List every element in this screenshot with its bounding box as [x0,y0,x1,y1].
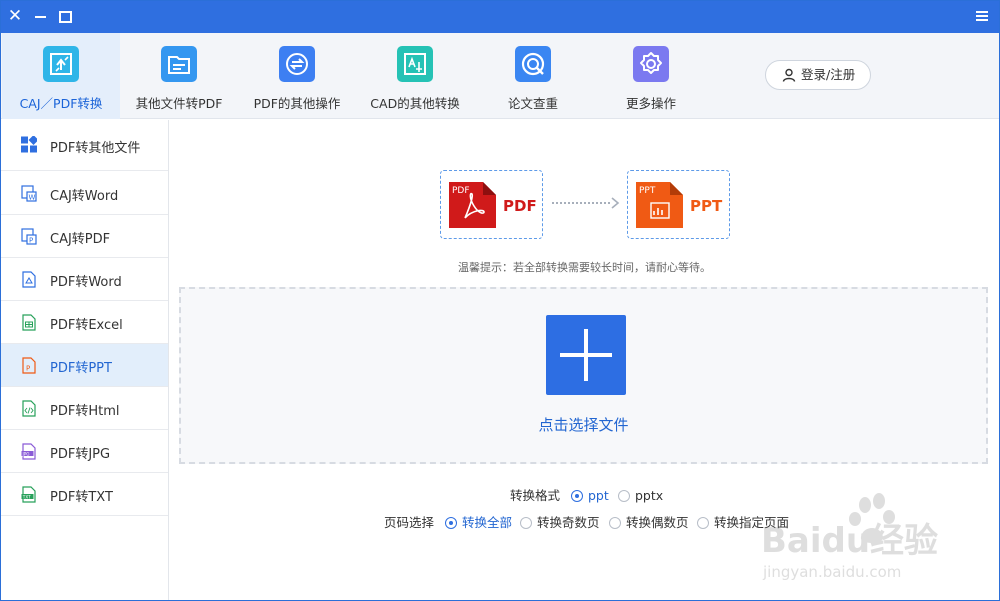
sidebar-item-label: PDF转Excel [50,318,123,333]
grid-icon [21,136,37,153]
tab-cad-convert[interactable]: CAD的其他转换 [356,33,474,119]
option-even-pages[interactable]: 转换偶数页 [626,514,689,532]
tab-label: CAJ／PDF转换 [19,96,103,111]
gear-icon [633,46,669,82]
tab-label: PDF的其他操作 [253,96,341,111]
pdf-file-icon [22,271,36,288]
radio-odd-pages[interactable] [520,517,532,529]
radio-ppt[interactable] [571,490,583,502]
sidebar-item-pdf-jpg[interactable]: JPG PDF转JPG [1,430,168,473]
tab-other-to-pdf[interactable]: 其他文件转PDF [120,33,238,119]
radio-even-pages[interactable] [609,517,621,529]
svg-text:P: P [29,237,33,245]
menu-icon[interactable] [971,5,993,27]
tab-paper-check[interactable]: 论文查重 [474,33,592,119]
source-format-card: PDF PDF [440,170,543,239]
option-pptx[interactable]: pptx [635,487,663,505]
user-icon [782,68,796,82]
txt-file-icon: TXT [21,486,36,503]
svg-text:JPG: JPG [22,451,30,456]
sidebar-item-label: PDF转Html [50,404,120,419]
ppt-badge: PPT [639,186,656,196]
sidebar-item-pdf-txt[interactable]: TXT PDF转TXT [1,473,168,516]
radio-specified-pages[interactable] [697,517,709,529]
tab-pdf-other-ops[interactable]: PDF的其他操作 [238,33,356,119]
arrow-right-icon [552,197,620,209]
sidebar-item-pdf-excel[interactable]: PDF转Excel [1,301,168,344]
radio-all-pages[interactable] [445,517,457,529]
title-bar: ✕ [1,1,999,33]
tab-label: 其他文件转PDF [135,96,223,111]
sidebar-item-pdf-html[interactable]: PDF转Html [1,387,168,430]
sidebar-item-caj-word[interactable]: W CAJ转Word [1,172,168,215]
tab-label: 论文查重 [507,96,558,111]
jpg-file-icon: JPG [21,443,36,460]
source-format-label: PDF [503,197,537,215]
sidebar-item-label: PDF转其他文件 [50,141,141,156]
tab-caj-pdf-convert[interactable]: CAJ／PDF转换 [2,33,120,119]
caj-word-icon: W [21,185,37,202]
pdf-file-icon: PDF [449,182,496,228]
target-format-card: PPT PPT [627,170,730,239]
option-specified-pages[interactable]: 转换指定页面 [714,514,789,532]
app-window: ✕ CAJ／PDF转换 其他文件转PDF PDF的其他操作 CAD的其他转换 论… [0,0,1000,601]
main-toolbar: CAJ／PDF转换 其他文件转PDF PDF的其他操作 CAD的其他转换 论文查… [1,33,999,119]
search-check-icon [515,46,551,82]
sidebar-item-pdf-ppt[interactable]: P PDF转PPT [1,344,168,387]
exchange-icon [279,46,315,82]
pdf-badge: PDF [452,186,470,196]
sidebar-item-label: CAJ转PDF [50,232,111,247]
sidebar-item-label: PDF转TXT [50,490,113,505]
target-format-label: PPT [690,197,723,215]
format-label: 转换格式 [510,488,561,503]
hint-text: 温馨提示：若全部转换需要较长时间，请耐心等待。 [458,261,711,274]
sidebar-item-pdf-word[interactable]: PDF转Word [1,258,168,301]
sidebar-item-label: PDF转Word [50,275,122,290]
page-option-row: 页码选择 转换全部 转换奇数页 转换偶数页 转换指定页面 [384,514,804,532]
svg-text:TXT: TXT [22,494,31,499]
file-drop-zone[interactable]: 点击选择文件 [179,287,988,464]
tab-label: CAD的其他转换 [370,96,460,111]
radio-pptx[interactable] [618,490,630,502]
svg-text:P: P [26,365,30,373]
sidebar-item-label: CAJ转Word [50,189,119,204]
html-file-icon [22,400,36,417]
tab-more-ops[interactable]: 更多操作 [592,33,710,119]
sidebar: PDF转其他文件 W CAJ转Word P CAJ转PDF PDF转Word P… [1,120,169,600]
option-all-pages[interactable]: 转换全部 [462,514,512,532]
folder-icon [161,46,197,82]
main-panel: PDF PDF PPT PPT 温馨提示：若全部转换需要较长时间，请耐心等待。 … [170,120,999,600]
sidebar-item-pdf-to-other[interactable]: PDF转其他文件 [1,120,168,171]
minimize-icon[interactable] [30,5,52,27]
login-label: 登录/注册 [801,67,856,82]
sidebar-item-label: PDF转PPT [50,361,112,376]
tab-label: 更多操作 [625,96,676,111]
ppt-file-icon: PPT [636,182,683,228]
page-select-label: 页码选择 [384,515,435,530]
caj-pdf-icon: P [21,228,37,245]
ppt-file-icon: P [22,357,36,374]
excel-file-icon [22,314,36,331]
format-option-row: 转换格式 ppt pptx [510,487,710,505]
option-odd-pages[interactable]: 转换奇数页 [537,514,600,532]
sidebar-item-label: PDF转JPG [50,447,111,462]
caj-pdf-convert-icon [43,46,79,82]
add-file-button[interactable] [546,315,626,395]
select-file-label[interactable]: 点击选择文件 [181,414,986,435]
svg-text:W: W [29,194,36,202]
login-button[interactable]: 登录/注册 [765,60,871,90]
sidebar-item-caj-pdf[interactable]: P CAJ转PDF [1,215,168,258]
maximize-icon[interactable] [54,5,76,27]
cad-icon [397,46,433,82]
close-icon[interactable]: ✕ [4,5,26,27]
option-ppt[interactable]: ppt [588,487,609,505]
